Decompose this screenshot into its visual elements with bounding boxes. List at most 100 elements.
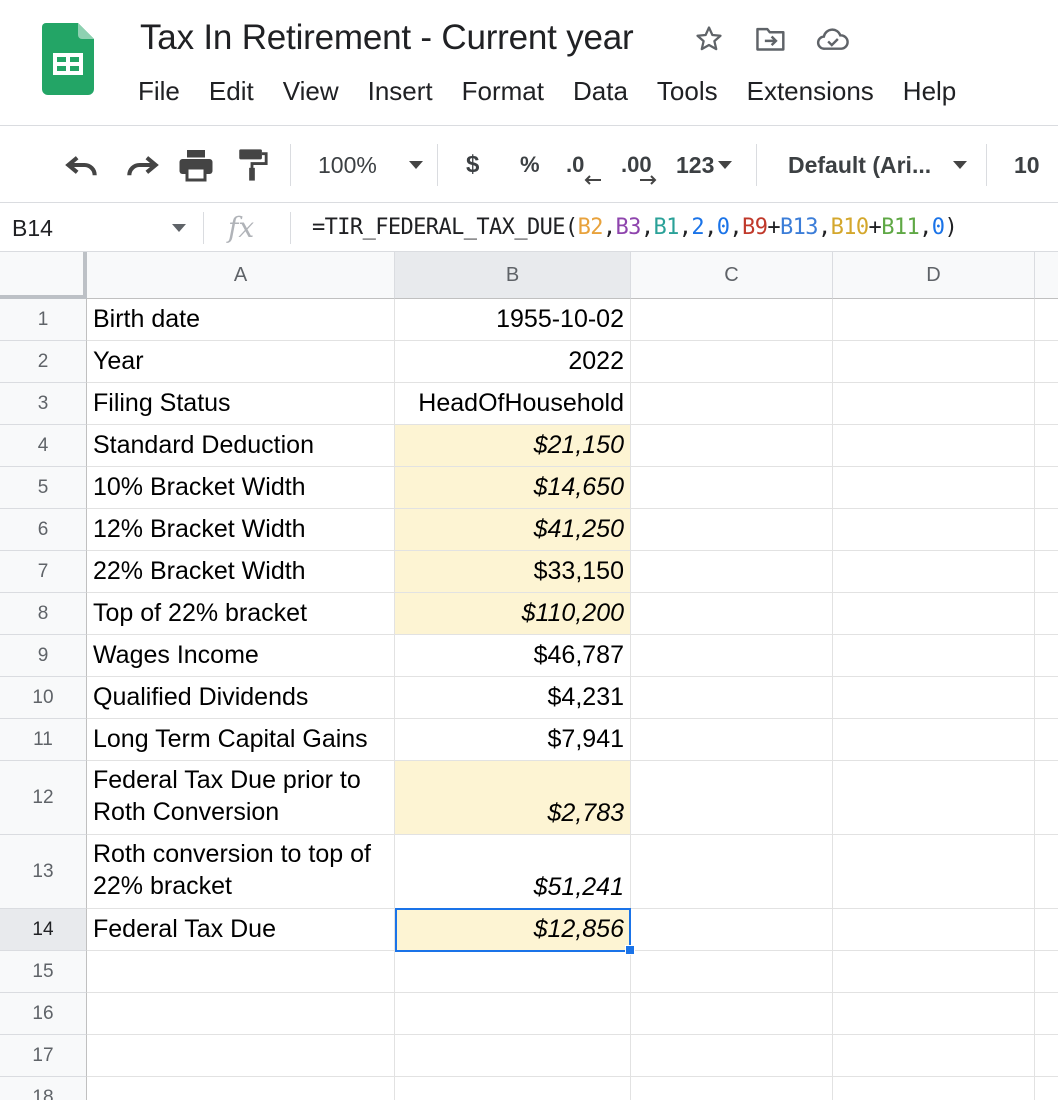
star-icon[interactable] xyxy=(692,22,726,56)
cell-d[interactable] xyxy=(833,425,1035,467)
cell-b[interactable]: $110,200 xyxy=(395,593,631,635)
cell-d[interactable] xyxy=(833,719,1035,761)
row-header[interactable]: 4 xyxy=(0,425,87,467)
row-header[interactable]: 12 xyxy=(0,761,87,835)
cell-c[interactable] xyxy=(631,383,833,425)
cell-e[interactable] xyxy=(1035,951,1058,993)
cell-a[interactable]: Filing Status xyxy=(87,383,395,425)
cell-b[interactable]: $33,150 xyxy=(395,551,631,593)
cell-d[interactable] xyxy=(833,1035,1035,1077)
cell-a[interactable] xyxy=(87,951,395,993)
cell-b[interactable]: $4,231 xyxy=(395,677,631,719)
column-header-c[interactable]: C xyxy=(631,252,833,299)
print-icon[interactable] xyxy=(178,127,214,203)
menu-data[interactable]: Data xyxy=(573,76,628,107)
cell-a[interactable]: Top of 22% bracket xyxy=(87,593,395,635)
row-header[interactable]: 3 xyxy=(0,383,87,425)
cell-b[interactable]: $2,783 xyxy=(395,761,631,835)
cell-c[interactable] xyxy=(631,761,833,835)
cell-b[interactable]: $51,241 xyxy=(395,835,631,909)
column-header-d[interactable]: D xyxy=(833,252,1035,299)
cell-c[interactable] xyxy=(631,1077,833,1100)
cell-d[interactable] xyxy=(833,509,1035,551)
cell-e[interactable] xyxy=(1035,835,1058,909)
column-header-a[interactable]: A xyxy=(87,252,395,299)
cell-d[interactable] xyxy=(833,551,1035,593)
row-header[interactable]: 7 xyxy=(0,551,87,593)
cell-a[interactable] xyxy=(87,1035,395,1077)
cell-e[interactable] xyxy=(1035,467,1058,509)
row-header[interactable]: 17 xyxy=(0,1035,87,1077)
cell-e[interactable] xyxy=(1035,677,1058,719)
zoom-select[interactable]: 100% xyxy=(318,127,423,203)
row-header[interactable]: 16 xyxy=(0,993,87,1035)
decrease-decimals-button[interactable]: .0 xyxy=(566,127,601,203)
cell-e[interactable] xyxy=(1035,909,1058,951)
column-header-e[interactable] xyxy=(1035,252,1058,299)
cell-b[interactable]: $7,941 xyxy=(395,719,631,761)
cell-d[interactable] xyxy=(833,677,1035,719)
cell-d[interactable] xyxy=(833,951,1035,993)
row-header[interactable]: 11 xyxy=(0,719,87,761)
cell-c[interactable] xyxy=(631,677,833,719)
cell-b[interactable]: HeadOfHousehold xyxy=(395,383,631,425)
cell-d[interactable] xyxy=(833,909,1035,951)
cell-a[interactable]: Birth date xyxy=(87,299,395,341)
row-header[interactable]: 8 xyxy=(0,593,87,635)
cell-e[interactable] xyxy=(1035,593,1058,635)
cell-c[interactable] xyxy=(631,951,833,993)
cell-a[interactable]: Federal Tax Due xyxy=(87,909,395,951)
fill-handle[interactable] xyxy=(625,945,635,955)
cell-b[interactable]: $46,787 xyxy=(395,635,631,677)
row-header[interactable]: 6 xyxy=(0,509,87,551)
row-header[interactable]: 15 xyxy=(0,951,87,993)
cell-b[interactable] xyxy=(395,1077,631,1100)
cell-c[interactable] xyxy=(631,425,833,467)
cell-d[interactable] xyxy=(833,1077,1035,1100)
font-select[interactable]: Default (Ari... xyxy=(788,127,968,203)
paint-format-icon[interactable] xyxy=(236,127,268,203)
column-header-b[interactable]: B xyxy=(395,252,631,299)
row-header[interactable]: 9 xyxy=(0,635,87,677)
row-header[interactable]: 5 xyxy=(0,467,87,509)
menu-insert[interactable]: Insert xyxy=(368,76,433,107)
undo-icon[interactable] xyxy=(64,127,102,203)
cell-c[interactable] xyxy=(631,835,833,909)
move-to-folder-icon[interactable] xyxy=(754,22,788,56)
cell-d[interactable] xyxy=(833,635,1035,677)
cell-e[interactable] xyxy=(1035,993,1058,1035)
document-title[interactable]: Tax In Retirement - Current year xyxy=(140,18,634,58)
increase-decimals-button[interactable]: .00 xyxy=(621,127,657,203)
cell-c[interactable] xyxy=(631,467,833,509)
name-box[interactable]: B14 xyxy=(12,204,53,252)
cell-d[interactable] xyxy=(833,299,1035,341)
cell-a[interactable]: 12% Bracket Width xyxy=(87,509,395,551)
cell-b[interactable]: 1955-10-02 xyxy=(395,299,631,341)
cell-a[interactable]: Roth conversion to top of 22% bracket xyxy=(87,835,395,909)
cell-a[interactable] xyxy=(87,993,395,1035)
cell-c[interactable] xyxy=(631,509,833,551)
cell-a[interactable]: Wages Income xyxy=(87,635,395,677)
cell-d[interactable] xyxy=(833,993,1035,1035)
cell-d[interactable] xyxy=(833,835,1035,909)
cell-a[interactable]: Year xyxy=(87,341,395,383)
menu-help[interactable]: Help xyxy=(903,76,956,107)
formula-input[interactable]: =TIR_FEDERAL_TAX_DUE(B2,B3,B1,2,0,B9+B13… xyxy=(312,204,958,252)
more-formats-button[interactable]: 123 xyxy=(676,127,733,203)
cell-c[interactable] xyxy=(631,719,833,761)
menu-extensions[interactable]: Extensions xyxy=(747,76,874,107)
cell-a[interactable]: Federal Tax Due prior to Roth Conversion xyxy=(87,761,395,835)
menu-view[interactable]: View xyxy=(283,76,339,107)
cell-c[interactable] xyxy=(631,551,833,593)
cell-c[interactable] xyxy=(631,341,833,383)
cell-a[interactable]: 22% Bracket Width xyxy=(87,551,395,593)
cell-b[interactable]: $14,650 xyxy=(395,467,631,509)
cell-d[interactable] xyxy=(833,341,1035,383)
cell-e[interactable] xyxy=(1035,719,1058,761)
cloud-saved-icon[interactable] xyxy=(816,22,850,56)
cell-c[interactable] xyxy=(631,1035,833,1077)
cell-e[interactable] xyxy=(1035,551,1058,593)
cell-b[interactable]: 2022 xyxy=(395,341,631,383)
format-currency-button[interactable]: $ xyxy=(466,127,479,203)
chevron-down-icon[interactable] xyxy=(172,224,186,232)
